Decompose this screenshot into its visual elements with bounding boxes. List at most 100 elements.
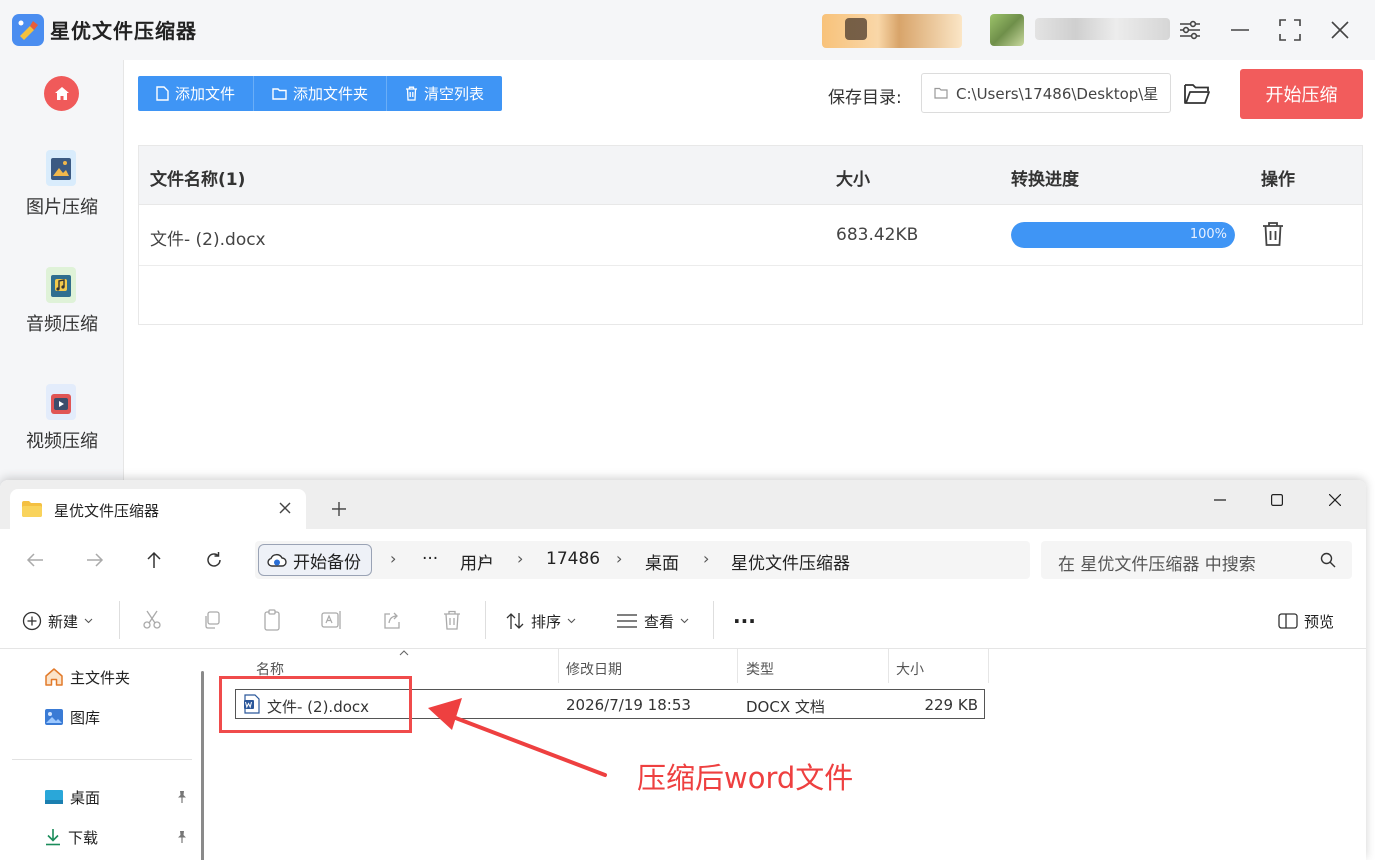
- close-button[interactable]: [1326, 16, 1354, 44]
- sort-button[interactable]: 排序: [505, 608, 576, 634]
- scissors-icon: [143, 610, 161, 629]
- file-row[interactable]: 文件- (2).docx 2026/7/19 18:53 DOCX 文档 229…: [235, 689, 985, 719]
- blurred-avatar-dark: [845, 18, 867, 40]
- nav-item-home[interactable]: 主文件夹: [44, 664, 130, 690]
- add-file-button[interactable]: 添加文件: [138, 76, 255, 111]
- share-button[interactable]: [380, 608, 404, 632]
- sliders-icon: [1180, 20, 1200, 40]
- word-document-icon: [244, 694, 260, 714]
- sidebar-item-audio-compress[interactable]: 音频压缩: [0, 265, 124, 355]
- save-dir-label: 保存目录:: [828, 88, 902, 108]
- explorer-maximize-button[interactable]: [1262, 488, 1292, 512]
- view-button[interactable]: 查看: [616, 608, 689, 634]
- col-header-name[interactable]: 名称: [256, 655, 284, 683]
- nav-item-downloads[interactable]: 下载: [44, 824, 98, 850]
- address-bar[interactable]: 开始备份 › ··· › 用户 › 17486 › 桌面 › 星优文件压缩器: [255, 541, 1030, 579]
- save-dir-input[interactable]: C:\Users\17486\Desktop\星: [921, 73, 1171, 113]
- explorer-tab[interactable]: 星优文件压缩器: [10, 489, 306, 529]
- forward-button[interactable]: [82, 547, 108, 573]
- col-header-type[interactable]: 类型: [746, 655, 774, 683]
- col-header-modified[interactable]: 修改日期: [566, 655, 622, 683]
- clear-list-label: 清空列表: [424, 85, 485, 103]
- preview-pane-icon: [1278, 613, 1298, 629]
- chevron-down-icon: [680, 618, 689, 624]
- plus-circle-icon: [22, 611, 42, 631]
- breadcrumb-users[interactable]: 用户: [460, 549, 494, 574]
- explorer-navbar: 开始备份 › ··· › 用户 › 17486 › 桌面 › 星优文件压缩器 在…: [0, 529, 1366, 591]
- maximize-icon: [1279, 19, 1301, 41]
- file-name: 文件- (2).docx: [267, 698, 370, 716]
- up-button[interactable]: [141, 547, 167, 573]
- minimize-button[interactable]: [1226, 16, 1254, 44]
- table-row[interactable]: 文件- (2).docx 683.42KB 100%: [139, 205, 1362, 266]
- file-toolbar: 添加文件 添加文件夹 清空列表: [138, 76, 503, 111]
- breadcrumb-current-folder[interactable]: 星优文件压缩器: [731, 549, 850, 574]
- view-label: 查看: [644, 612, 675, 631]
- open-folder-icon[interactable]: [1183, 82, 1211, 106]
- column-divider[interactable]: [988, 649, 989, 683]
- more-options-button[interactable]: ···: [733, 608, 756, 634]
- breadcrumb-ellipsis[interactable]: ···: [422, 549, 438, 569]
- start-compress-button[interactable]: 开始压缩: [1240, 69, 1363, 119]
- nav-pane-scrollbar[interactable]: [201, 671, 204, 860]
- start-backup-button[interactable]: 开始备份: [258, 544, 372, 576]
- copy-button[interactable]: [200, 608, 224, 632]
- new-label: 新建: [48, 612, 79, 631]
- search-input[interactable]: 在 星优文件压缩器 中搜索: [1041, 541, 1352, 579]
- new-button[interactable]: 新建: [22, 608, 93, 634]
- app-titlebar: 星优文件压缩器: [0, 0, 1375, 60]
- tab-close-button[interactable]: [276, 499, 294, 517]
- explorer-close-button[interactable]: [1320, 488, 1350, 512]
- sidebar-item-label: 音频压缩: [26, 314, 98, 335]
- trash-icon: [406, 86, 418, 101]
- add-folder-button[interactable]: 添加文件夹: [254, 76, 388, 111]
- refresh-button[interactable]: [201, 547, 227, 573]
- col-header-size[interactable]: 大小: [896, 655, 924, 683]
- rename-button[interactable]: [320, 608, 344, 632]
- cut-button[interactable]: [140, 608, 164, 632]
- document-icon: [156, 86, 169, 101]
- refresh-icon: [207, 552, 221, 567]
- explorer-navigation-pane: 主文件夹 图库 桌面 下载: [0, 649, 205, 860]
- sidebar-item-label: 图片压缩: [26, 197, 98, 218]
- search-icon: [1320, 552, 1336, 568]
- blurred-user-name: [1035, 18, 1170, 40]
- settings-sliders-button[interactable]: [1176, 16, 1204, 44]
- preview-pane-button[interactable]: 预览: [1278, 608, 1334, 634]
- folder-icon: [934, 87, 948, 99]
- sidebar-item-video-compress[interactable]: 视频压缩: [0, 382, 124, 472]
- clear-list-button[interactable]: 清空列表: [387, 76, 502, 111]
- breadcrumb-chevron: ›: [517, 549, 524, 568]
- column-divider[interactable]: [888, 649, 889, 683]
- add-folder-label: 添加文件夹: [293, 85, 369, 103]
- breadcrumb-desktop[interactable]: 桌面: [645, 549, 679, 574]
- breadcrumb-chevron: ›: [616, 549, 623, 568]
- delete-row-trash-icon[interactable]: [1261, 221, 1285, 247]
- gallery-icon: [45, 709, 63, 725]
- breadcrumb-17486[interactable]: 17486: [546, 549, 600, 569]
- nav-item-desktop[interactable]: 桌面: [44, 784, 100, 810]
- list-view-icon: [617, 614, 637, 628]
- folder-icon: [22, 501, 42, 517]
- column-divider[interactable]: [558, 649, 559, 683]
- column-divider[interactable]: [737, 649, 738, 683]
- pin-icon[interactable]: [175, 790, 189, 804]
- delete-button[interactable]: [440, 608, 464, 632]
- nav-item-gallery[interactable]: 图库: [44, 704, 100, 730]
- paste-button[interactable]: [260, 608, 284, 632]
- back-button[interactable]: [22, 547, 48, 573]
- sidebar-item-image-compress[interactable]: 图片压缩: [0, 148, 124, 238]
- nav-item-label: 下载: [68, 828, 99, 847]
- row-file-name: 文件- (2).docx: [150, 230, 266, 250]
- maximize-button[interactable]: [1276, 16, 1304, 44]
- file-type: DOCX 文档: [746, 698, 825, 716]
- pin-icon[interactable]: [175, 830, 189, 844]
- explorer-minimize-button[interactable]: [1205, 488, 1235, 512]
- home-button[interactable]: [44, 76, 79, 111]
- file-explorer-window: 星优文件压缩器 开始备份 › ··· › 用户 › 17486 › 桌面 › 星…: [0, 480, 1366, 860]
- new-tab-button[interactable]: [328, 498, 350, 520]
- cloud-backup-icon: [267, 553, 287, 567]
- music-icon: [46, 267, 76, 303]
- minimize-icon: [1231, 29, 1249, 31]
- toolbar-divider: [713, 601, 714, 639]
